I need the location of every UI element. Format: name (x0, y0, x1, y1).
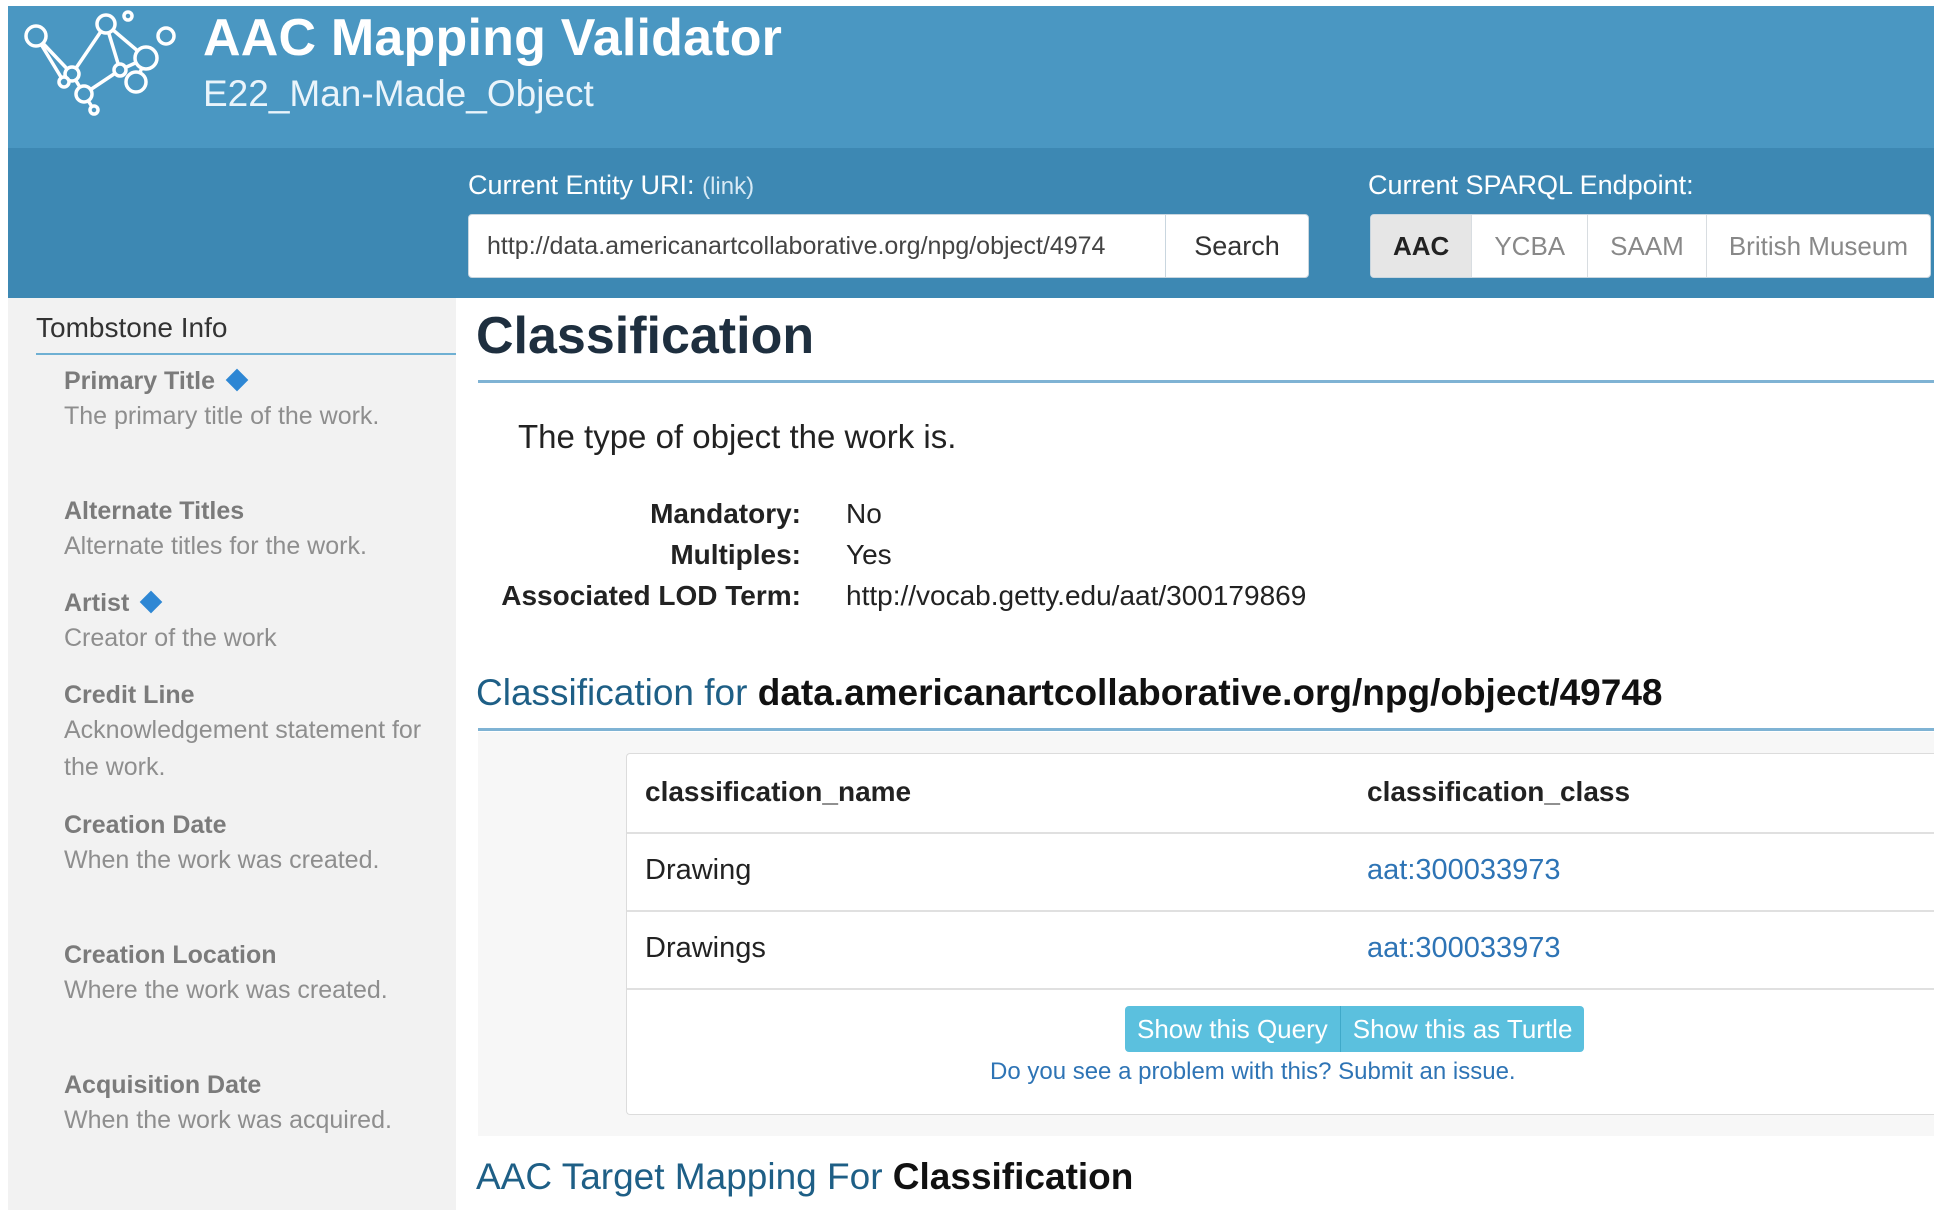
title-divider (478, 380, 1934, 383)
endpoint-saam-button[interactable]: SAAM (1587, 215, 1706, 277)
sidebar-item-desc: The primary title of the work. (64, 402, 380, 430)
target-heading-prefix: AAC Target Mapping For (476, 1156, 893, 1197)
endpoint-ycba-button[interactable]: YCBA (1471, 215, 1587, 277)
prop-multiples-row: Multiples: (476, 539, 801, 579)
sidebar-item-desc: Alternate titles for the work. (64, 532, 367, 560)
submit-issue-link[interactable]: Do you see a problem with this? Submit a… (990, 1058, 1516, 1086)
sidebar-item-credit-line[interactable]: Credit Line Acknowledgement statement fo… (64, 678, 434, 786)
sidebar-item-desc: When the work was acquired. (64, 1106, 392, 1134)
entity-uri-label: Current Entity URI: (link) (468, 170, 754, 201)
entity-uri-link[interactable]: (link) (702, 173, 754, 200)
sidebar-item-name: Artist (64, 589, 130, 617)
results-heading-prefix: Classification for (476, 672, 758, 713)
target-mapping-heading: AAC Target Mapping For Classification (476, 1156, 1133, 1198)
query-button-group: Show this Query Show this as Turtle (1125, 1006, 1585, 1052)
sidebar-item-alternate-titles[interactable]: Alternate Titles Alternate titles for th… (64, 494, 434, 565)
row-divider (627, 910, 1934, 912)
table-cell-name: Drawing (645, 854, 752, 886)
page: AAC Mapping Validator E22_Man-Made_Objec… (8, 6, 1934, 1210)
sidebar-item-primary-title[interactable]: Primary Title The primary title of the w… (64, 364, 434, 435)
property-description: The type of object the work is. (518, 418, 957, 455)
row-divider (627, 988, 1934, 990)
sidebar-item-name: Alternate Titles (64, 497, 245, 525)
entity-uri-label-text: Current Entity URI: (468, 170, 695, 200)
prop-mandatory-row: Mandatory: (476, 498, 801, 538)
target-heading-bold: Classification (892, 1156, 1134, 1197)
prop-value: http://vocab.getty.edu/aat/300179869 (846, 580, 1307, 611)
prop-lod-term-row: Associated LOD Term: (476, 580, 801, 620)
app-header: AAC Mapping Validator E22_Man-Made_Objec… (8, 6, 1934, 148)
mandatory-diamond-icon (139, 590, 163, 614)
sparql-endpoint-label: Current SPARQL Endpoint: (1368, 170, 1694, 200)
row-divider (627, 832, 1934, 834)
results-heading: Classification for data.americanartcolla… (476, 672, 1662, 714)
table-cell-class-link[interactable]: aat:300033973 (1367, 854, 1561, 887)
sidebar-item-desc: When the work was created. (64, 846, 380, 874)
section-title: Classification (476, 307, 815, 365)
prop-value: Yes (846, 539, 892, 570)
sidebar-item-desc: Creator of the work (64, 624, 277, 652)
column-header: classification_class (1367, 776, 1631, 807)
results-heading-entity: data.americanartcollaborative.org/npg/ob… (757, 672, 1663, 713)
sidebar-item-name: Primary Title (64, 367, 216, 395)
sidebar: Tombstone Info Primary Title The primary… (8, 298, 456, 1210)
prop-key: Associated LOD Term: (501, 580, 801, 611)
sidebar-item-acquisition-date[interactable]: Acquisition Date When the work was acqui… (64, 1068, 434, 1139)
sidebar-item-artist[interactable]: Artist Creator of the work (64, 586, 434, 657)
network-logo-icon (24, 10, 176, 116)
sidebar-item-creation-location[interactable]: Creation Location Where the work was cre… (64, 938, 434, 1009)
show-turtle-button[interactable]: Show this as Turtle (1339, 1006, 1585, 1052)
entity-uri-input[interactable] (469, 215, 1164, 277)
toolbar: Current Entity URI: (link) Search Curren… (8, 148, 1934, 298)
prop-key: Multiples: (670, 539, 801, 570)
mandatory-diamond-icon (225, 368, 249, 392)
sidebar-item-name: Creation Location (64, 941, 277, 969)
table-cell-name: Drawings (645, 932, 766, 964)
endpoint-british-museum-button[interactable]: British Museum (1705, 215, 1930, 277)
main-content: Classification The type of object the wo… (456, 298, 1934, 1210)
results-table: classification_name classification_class… (626, 753, 1934, 1115)
sidebar-title: Tombstone Info (36, 312, 228, 343)
prop-value: No (846, 498, 882, 529)
app-subtitle: E22_Man-Made_Object (203, 73, 594, 114)
sidebar-item-desc: Acknowledgement statement for the work. (64, 716, 422, 781)
column-header: classification_name (645, 776, 912, 807)
table-cell-class-link[interactable]: aat:300033973 (1367, 932, 1561, 965)
entity-uri-group: Search (468, 214, 1309, 278)
endpoint-aac-button[interactable]: AAC (1371, 215, 1472, 277)
sidebar-item-desc: Where the work was created. (64, 976, 388, 1004)
search-button[interactable]: Search (1165, 215, 1308, 277)
app-title: AAC Mapping Validator (203, 9, 783, 67)
sidebar-item-creation-date[interactable]: Creation Date When the work was created. (64, 808, 434, 879)
sidebar-divider (36, 353, 456, 355)
endpoint-selector: AAC YCBA SAAM British Museum (1370, 214, 1931, 278)
results-divider (478, 728, 1934, 731)
show-query-button[interactable]: Show this Query (1125, 1006, 1340, 1052)
sidebar-item-name: Creation Date (64, 811, 227, 839)
prop-key: Mandatory: (650, 498, 801, 529)
sidebar-item-name: Acquisition Date (64, 1071, 262, 1099)
sidebar-item-name: Credit Line (64, 681, 195, 709)
